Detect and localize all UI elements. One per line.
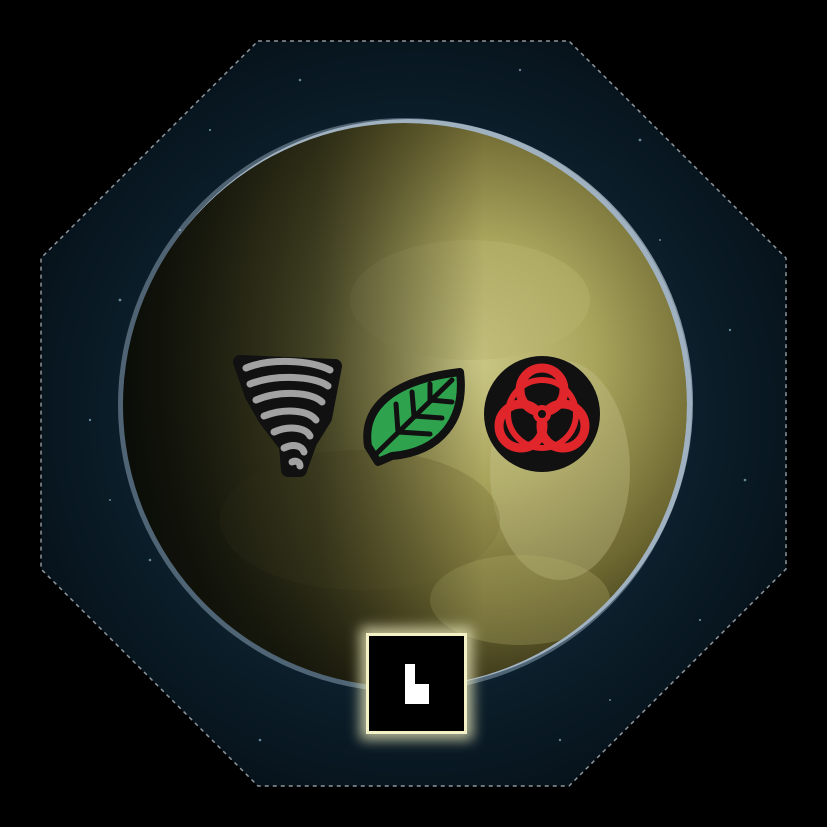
l-shaped-glyph-icon <box>405 664 429 704</box>
biohazard-icon <box>484 356 600 472</box>
marker-token[interactable] <box>366 633 467 734</box>
